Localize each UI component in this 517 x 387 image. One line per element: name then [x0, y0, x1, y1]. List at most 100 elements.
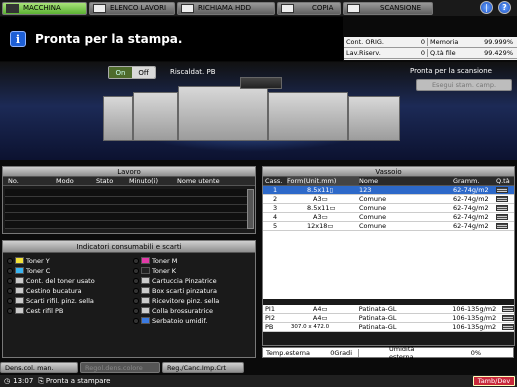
staple-icon — [141, 277, 150, 284]
scanner-unit[interactable] — [240, 77, 282, 89]
consumable-toner-m[interactable]: Toner M — [133, 256, 177, 265]
status-dot-icon — [133, 317, 139, 324]
list-item[interactable] — [5, 197, 254, 205]
bottom-tabs: Dens.col. man. Regol.dens.colore Reg./Ca… — [0, 362, 517, 373]
counter-value: 0 — [400, 38, 428, 46]
consumables-title: Indicatori consumabili e scarti — [3, 241, 255, 253]
counters-panel: Cont. ORIG. 0 Memoria 99.999% Lav.Riserv… — [344, 37, 517, 60]
print-engine-unit[interactable] — [178, 86, 268, 141]
tray-panel-title: Vassoio — [263, 167, 514, 177]
list-item[interactable] — [5, 213, 254, 221]
tray-row[interactable]: 5 12x18▭ Comune 62-74g/m2 — [263, 222, 514, 231]
list-item[interactable] — [5, 205, 254, 213]
consumable-glue[interactable]: Colla brossuratrice — [133, 306, 213, 315]
paper-unit[interactable] — [133, 92, 178, 141]
status-bar: ◷ 13:07 ⎘ Pronta a stampare Tamb/Dev — [0, 375, 517, 387]
printer-icon — [6, 3, 19, 13]
status-dot-icon — [133, 267, 139, 274]
counter-label: Cont. ORIG. — [346, 38, 384, 46]
tab-scan[interactable]: SCANSIONE — [343, 1, 433, 15]
tray-row[interactable]: PB 307.0 x 472.0 Patinata-GL 106-135g/m2 — [263, 323, 514, 332]
consumables-panel: Indicatori consumabili e scarti Toner Y … — [2, 240, 256, 358]
tandem-button[interactable]: Tamb/Dev — [473, 376, 515, 386]
tray-empty-area — [263, 231, 514, 299]
consumable-toner-y[interactable]: Toner Y — [7, 256, 50, 265]
consumable-staple-waste[interactable]: Box scarti pinzatura — [133, 286, 217, 295]
counter-value: 99.429% — [484, 49, 513, 57]
tray-level-icon — [496, 187, 508, 193]
temp-value: 0Gradi — [311, 348, 359, 357]
tray-row[interactable]: 2 A3▭ Comune 62-74g/m2 — [263, 195, 514, 204]
tray-level-icon — [496, 223, 508, 229]
tab-recall-hdd[interactable]: RICHIAMA HDD — [177, 1, 275, 15]
tray-row[interactable]: 1 8.5x11▯ 123 62-74g/m2 — [263, 186, 514, 195]
list-item[interactable] — [5, 189, 254, 197]
staple-waste-icon — [141, 287, 150, 294]
clock-icon: ◷ — [4, 377, 11, 385]
copy-icon — [281, 3, 294, 13]
consumable-toner-k[interactable]: Toner K — [133, 266, 176, 275]
card-settings-button[interactable]: Reg./Canc.Imp.Crt — [162, 362, 244, 373]
column-header: Nome utente — [177, 177, 220, 185]
job-scrollbar[interactable] — [247, 189, 254, 229]
tray-row[interactable]: 4 A3▭ Comune 62-74g/m2 — [263, 213, 514, 222]
toggle-off[interactable]: Off — [132, 67, 155, 78]
tray-level-icon — [502, 324, 514, 330]
inserter-list: PI1 A4▭ Patinata-GL 106-135g/m2 PI2 A4▭ … — [263, 305, 515, 332]
help-icon: ? — [502, 3, 507, 12]
consumable-toner-c[interactable]: Toner C — [7, 266, 50, 275]
stacker-unit[interactable] — [348, 96, 400, 141]
toner-icon — [141, 267, 150, 274]
counter-row: Lav.Riserv. 0 Q.tà file 99.429% — [344, 48, 517, 59]
tray-row[interactable]: PI1 A4▭ Patinata-GL 106-135g/m2 — [263, 305, 515, 314]
restore-button[interactable]: ❘ — [480, 1, 493, 14]
humidity-label: Umidità esterna — [389, 344, 415, 361]
manual-density-button[interactable]: Dens.col. man. — [0, 362, 78, 373]
consumable-staple-cartridge[interactable]: Cartuccia Pinzatrice — [133, 276, 217, 285]
toggle-on[interactable]: On — [109, 67, 132, 78]
column-header: Form(Unit.mm) — [287, 177, 359, 185]
finisher-unit[interactable] — [103, 96, 133, 141]
status-dot-icon — [7, 307, 13, 314]
trim-icon — [15, 307, 24, 314]
status-dot-icon — [7, 257, 13, 264]
status-dot-icon — [133, 287, 139, 294]
consumable-waste-toner[interactable]: Cont. del toner usato — [7, 276, 95, 285]
tab-copy[interactable]: COPIA — [277, 1, 341, 15]
tab-machine-label: MACCHINA — [23, 4, 61, 12]
list-item[interactable] — [5, 221, 254, 229]
tray-row[interactable]: 3 8.5x11▭ Comune 62-74g/m2 — [263, 204, 514, 213]
status-dot-icon — [7, 267, 13, 274]
hdd-icon — [181, 3, 194, 13]
tray-row[interactable]: PI2 A4▭ Patinata-GL 106-135g/m2 — [263, 314, 515, 323]
tray-level-icon — [496, 214, 508, 220]
tab-machine[interactable]: MACCHINA — [2, 1, 87, 15]
punch-icon — [15, 287, 24, 294]
color-density-button[interactable]: Regol.dens.colore — [80, 362, 160, 373]
tab-recall-hdd-label: RICHIAMA HDD — [198, 4, 252, 12]
consumables-list: Toner Y Toner C Cont. del toner usato Ce… — [5, 255, 255, 355]
tray-level-icon — [502, 315, 515, 321]
column-header: Nome — [359, 177, 379, 185]
toner-icon — [15, 257, 24, 264]
help-button[interactable]: ? — [498, 1, 511, 14]
consumable-saddle-trim[interactable]: Scarti rifil. pinz. sella — [7, 296, 94, 305]
consumable-saddle-staple[interactable]: Ricevitore pinz. sella — [133, 296, 219, 305]
column-header: Cass. — [265, 177, 283, 185]
consumable-pb-trim[interactable]: Cest rifil PB — [7, 306, 63, 315]
consumable-punch-bin[interactable]: Cestino bucatura — [7, 286, 82, 295]
preheat-toggle[interactable]: On Off — [108, 66, 156, 79]
preheat-label: Riscaldat. PB — [170, 68, 216, 76]
binder-unit[interactable] — [268, 92, 348, 141]
sample-print-button[interactable]: Esegui stam. camp. — [416, 79, 512, 91]
clock-time: 13:07 — [13, 377, 34, 385]
humidity-value: 0% — [470, 348, 481, 357]
consumable-humidifier[interactable]: Serbatoio umidif. — [133, 316, 207, 325]
column-header: Q.tà — [496, 177, 510, 185]
trim-icon — [15, 297, 24, 304]
toner-icon — [15, 267, 24, 274]
screen: MACCHINA ELENCO LAVORI RICHIAMA HDD COPI… — [0, 0, 517, 387]
column-header: Gramm. — [453, 177, 480, 185]
counter-row: Cont. ORIG. 0 Memoria 99.999% — [344, 37, 517, 48]
tab-job-list[interactable]: ELENCO LAVORI — [89, 1, 175, 15]
